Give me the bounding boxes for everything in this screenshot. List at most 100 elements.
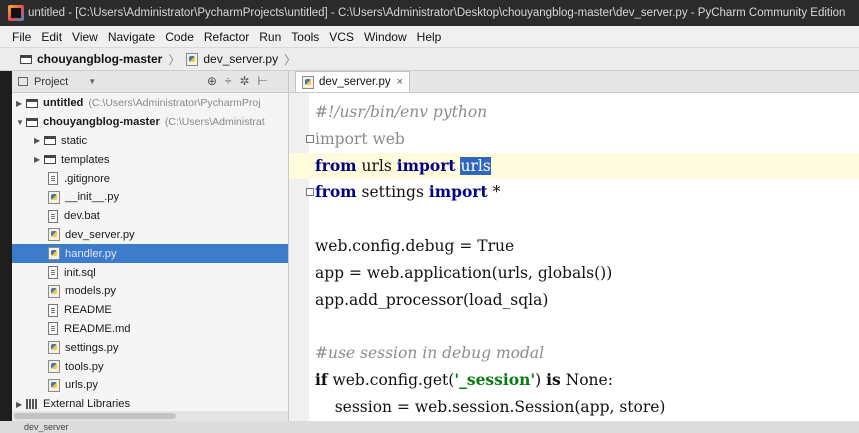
tree-item[interactable]: .gitignore xyxy=(12,169,288,188)
menu-view[interactable]: View xyxy=(68,30,104,44)
folder-icon xyxy=(26,117,38,127)
code-token: ) xyxy=(535,371,547,389)
tree-item-label: urls.py xyxy=(65,379,98,392)
collapse-arrow-icon[interactable]: ▶ xyxy=(16,400,26,409)
code-token: web.config.get( xyxy=(327,371,455,389)
library-icon xyxy=(26,399,38,410)
code-line[interactable]: app.add_processor(load_sqla) xyxy=(315,287,548,313)
code-token: import xyxy=(428,182,488,202)
tree-item[interactable]: ▼ chouyangblog-master (C:\Users\Administra… xyxy=(12,113,288,132)
menu-window[interactable]: Window xyxy=(360,30,413,44)
code-line[interactable]: session = web.session.Session(app, store… xyxy=(315,394,666,420)
collapse-arrow-icon[interactable]: ▶ xyxy=(34,155,44,164)
status-bar: dev_server xyxy=(0,421,859,433)
breadcrumb-separator: 〉 xyxy=(168,52,181,67)
tree-item-label: static xyxy=(61,134,88,147)
tree-item-label: .gitignore xyxy=(64,172,111,185)
menu-refactor[interactable]: Refactor xyxy=(200,30,255,44)
fold-marker-icon[interactable] xyxy=(306,188,314,197)
project-panel-header: Project ▼ ⊕ ÷ ✲ ⊢ xyxy=(12,71,288,93)
tree-item[interactable]: models.py xyxy=(12,282,288,301)
code-token: #use session in debug modal xyxy=(315,344,545,363)
tab-dev-server[interactable]: dev_server.py × xyxy=(295,71,411,92)
tree-item[interactable]: ▶ static xyxy=(12,132,288,151)
fold-marker-icon[interactable] xyxy=(306,134,314,143)
tree-item-label: dev_server.py xyxy=(65,228,135,241)
expand-arrow-icon[interactable]: ▼ xyxy=(16,118,26,127)
breadcrumb-folder[interactable]: chouyangblog-master xyxy=(37,52,162,66)
tab-label: dev_server.py xyxy=(319,76,391,88)
file-icon xyxy=(48,322,58,336)
tree-item-label: templates xyxy=(61,153,110,166)
menu-help[interactable]: Help xyxy=(413,30,448,44)
python-file-icon xyxy=(48,247,60,261)
tree-item[interactable]: dev_server.py xyxy=(12,226,288,245)
tree-item[interactable]: urls.py xyxy=(12,376,288,395)
code-line[interactable]: from settings import * xyxy=(315,179,500,205)
code-line[interactable]: app = web.application(urls, globals()) xyxy=(315,260,612,286)
tree-item[interactable]: __init__.py xyxy=(12,188,288,207)
horizontal-scrollbar[interactable] xyxy=(12,411,288,421)
scroll-from-source-icon[interactable]: ⊕ xyxy=(207,74,217,88)
file-icon xyxy=(48,172,58,186)
folder-icon xyxy=(44,136,56,146)
collapse-arrow-icon[interactable]: ▶ xyxy=(34,136,44,145)
menu-edit[interactable]: Edit xyxy=(37,30,68,44)
folder-icon xyxy=(20,54,32,64)
tree-item[interactable]: tools.py xyxy=(12,357,288,376)
tree-item-label: init.sql xyxy=(64,266,96,279)
code-token: * xyxy=(487,183,501,202)
tree-item[interactable]: settings.py xyxy=(12,338,288,357)
code-token: app.add_processor(load_sqla) xyxy=(315,290,549,309)
python-file-icon xyxy=(48,378,60,392)
hide-panel-icon[interactable]: ⊢ xyxy=(258,74,268,88)
code-token: web xyxy=(367,129,405,148)
code-line[interactable]: #use session in debug modal xyxy=(315,340,544,366)
breadcrumb-file[interactable]: dev_server.py xyxy=(203,52,278,66)
tree-item[interactable]: init.sql xyxy=(12,263,288,282)
menu-file[interactable]: File xyxy=(0,30,37,44)
python-file-icon xyxy=(302,75,314,89)
python-file-icon xyxy=(186,52,199,66)
code-editor: dev_server.py × #!/usr/bin/env python imp… xyxy=(289,71,859,421)
file-icon xyxy=(48,266,58,280)
tree-item-label: settings.py xyxy=(65,341,119,354)
tree-item[interactable]: ▶ templates xyxy=(12,150,288,169)
menu-bar: File Edit View Navigate Code Refactor Run Tools… xyxy=(0,26,859,48)
editor-tabs: dev_server.py × xyxy=(289,71,859,93)
breadcrumb: chouyangblog-master 〉 dev_server.py 〉 xyxy=(20,51,302,68)
python-file-icon xyxy=(48,284,60,298)
project-panel: Project ▼ ⊕ ÷ ✲ ⊢ ▶ untitled (C:\Users\Adm… xyxy=(12,71,289,421)
tree-item[interactable]: ▶ untitled (C:\Users\Administrator\Pycharm… xyxy=(12,94,288,113)
selected-text: urls xyxy=(460,156,491,175)
project-tree: ▶ untitled (C:\Users\Administrator\Pycharm… xyxy=(12,93,288,414)
code-token: '_session' xyxy=(454,370,536,389)
menu-code[interactable]: Code xyxy=(161,30,200,44)
code-line[interactable]: if web.config.get('_session') is None: xyxy=(315,367,613,393)
navigation-bar: chouyangblog-master 〉 dev_server.py 〉 xyxy=(0,48,859,71)
code-token: urls xyxy=(356,156,397,175)
tree-item[interactable]: README.md xyxy=(12,320,288,339)
code-line[interactable]: from urls import urls xyxy=(289,152,859,179)
project-view-selector[interactable]: Project ▼ xyxy=(18,76,96,88)
breadcrumb-separator: 〉 xyxy=(284,52,297,67)
settings-gear-icon[interactable]: ✲ xyxy=(239,74,249,88)
python-file-icon xyxy=(48,341,60,355)
code-line[interactable]: web.config.debug = True xyxy=(315,233,514,259)
tree-item[interactable]: handler.py xyxy=(12,244,288,264)
tree-item[interactable]: dev.bat xyxy=(12,207,288,226)
collapse-all-icon[interactable]: ÷ xyxy=(225,74,232,88)
scrollbar-thumb[interactable] xyxy=(14,413,176,419)
menu-tools[interactable]: Tools xyxy=(287,30,325,44)
python-file-icon xyxy=(48,190,60,204)
code-line[interactable]: #!/usr/bin/env python xyxy=(315,99,487,125)
menu-run[interactable]: Run xyxy=(255,30,287,44)
code-token: import xyxy=(396,155,456,175)
menu-navigate[interactable]: Navigate xyxy=(104,30,161,44)
close-icon[interactable]: × xyxy=(397,76,403,88)
code-line[interactable]: import web xyxy=(315,126,405,152)
tree-item[interactable]: README xyxy=(12,301,288,320)
menu-vcs[interactable]: VCS xyxy=(325,30,360,44)
tree-item-label: chouyangblog-master xyxy=(43,116,160,129)
collapse-arrow-icon[interactable]: ▶ xyxy=(16,99,26,108)
